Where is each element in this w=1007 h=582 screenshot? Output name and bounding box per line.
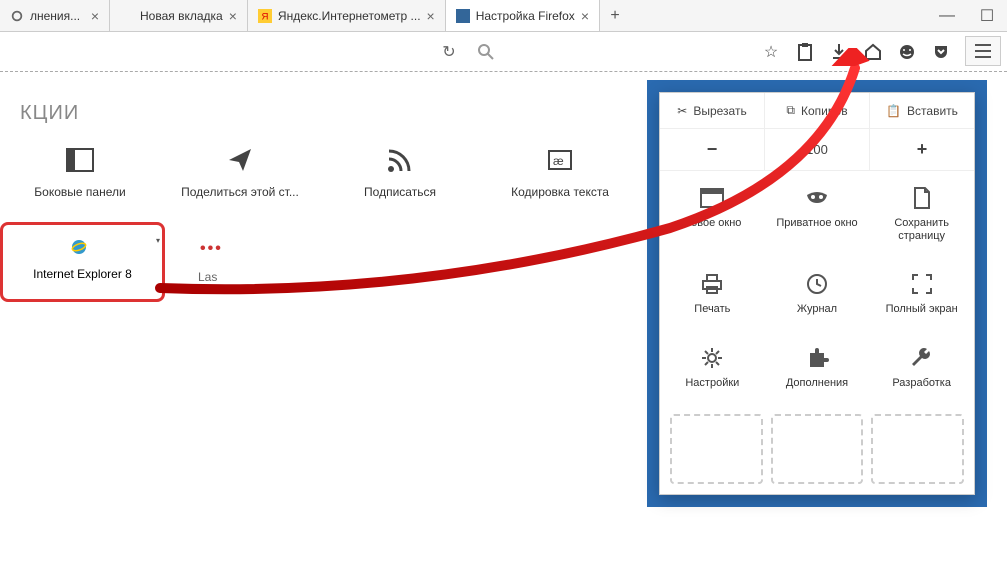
cut-button[interactable]: ✂Вырезать (660, 93, 764, 128)
svg-text:Я: Я (261, 11, 268, 22)
tab-label: Настройка Firefox (476, 9, 575, 23)
item-sidebars[interactable]: Боковые панели (20, 145, 140, 199)
copy-icon: ⧉ (786, 103, 795, 118)
zoom-in-button[interactable]: + (869, 129, 974, 170)
menu-panel: ✂Вырезать ⧉Копиров 📋Вставить − 100 + Нов… (659, 92, 975, 495)
clipboard-icon[interactable] (795, 42, 815, 62)
print-icon (699, 271, 725, 297)
toolbar: ↻ ☆ (0, 32, 1007, 72)
gear-icon (10, 9, 24, 23)
firefox-icon (456, 9, 470, 23)
menu-button[interactable] (965, 36, 1001, 66)
tab-label: Новая вкладка (140, 9, 223, 23)
print-button[interactable]: Печать (660, 257, 765, 330)
ie-icon (71, 239, 87, 255)
file-icon (909, 185, 935, 211)
svg-text:æ: æ (553, 154, 564, 168)
window-controls: — ☐ (927, 1, 1007, 31)
copy-button[interactable]: ⧉Копиров (764, 93, 869, 128)
tab-yandex[interactable]: Я Яндекс.Интернетометр ... × (248, 0, 446, 31)
addons-button[interactable]: Дополнения (765, 331, 870, 404)
item-label: Internet Explorer 8 (13, 267, 152, 281)
rss-icon (385, 145, 415, 175)
fullscreen-icon (909, 271, 935, 297)
smile-icon[interactable] (897, 42, 917, 62)
panel-grid: Новое окно Приватное окно Сохранить стра… (660, 171, 974, 404)
developer-button[interactable]: Разработка (869, 331, 974, 404)
drop-slot[interactable] (871, 414, 964, 484)
item-label: Боковые панели (20, 185, 140, 199)
reload-button[interactable]: ↻ (436, 39, 462, 65)
pocket-icon[interactable] (931, 42, 951, 62)
search-icon[interactable] (476, 42, 496, 62)
close-icon[interactable]: × (581, 8, 589, 24)
scissors-icon: ✂ (677, 104, 687, 118)
more-dots: ••• (200, 240, 223, 258)
share-icon (225, 145, 255, 175)
paste-button[interactable]: 📋Вставить (869, 93, 974, 128)
drop-slot[interactable] (771, 414, 864, 484)
tab-customize[interactable]: Настройка Firefox × (446, 0, 600, 31)
item-subscribe[interactable]: Подписаться (340, 145, 460, 199)
clipboard-icon: 📋 (886, 104, 901, 118)
blank-icon (120, 9, 134, 23)
zoom-row: − 100 + (660, 129, 974, 171)
tab-newtab[interactable]: Новая вкладка × (110, 0, 248, 31)
zoom-value: 100 (764, 129, 869, 170)
drop-zone[interactable] (660, 404, 974, 494)
new-window-button[interactable]: Новое окно (660, 171, 765, 257)
drop-slot[interactable] (670, 414, 763, 484)
download-icon[interactable] (829, 42, 849, 62)
maximize-button[interactable]: ☐ (967, 1, 1007, 31)
fullscreen-button[interactable]: Полный экран (869, 257, 974, 330)
wrench-icon (909, 345, 935, 371)
item-label: Кодировка текста (500, 185, 620, 199)
item-label: Подписаться (340, 185, 460, 199)
encoding-icon: æ (545, 145, 575, 175)
private-window-button[interactable]: Приватное окно (765, 171, 870, 257)
tab-label: Яндекс.Интернетометр ... (278, 9, 421, 23)
window-icon (699, 185, 725, 211)
item-share[interactable]: Поделиться этой ст... (180, 145, 300, 199)
new-tab-button[interactable]: + (600, 7, 630, 25)
tab-bar: лнения... × Новая вкладка × Я Яндекс.Инт… (0, 0, 1007, 32)
save-page-button[interactable]: Сохранить страницу (869, 171, 974, 257)
gear-icon (699, 345, 725, 371)
item-ie8-highlighted[interactable]: ▾ Internet Explorer 8 (0, 222, 165, 302)
close-icon[interactable]: × (427, 8, 435, 24)
zoom-out-button[interactable]: − (660, 129, 764, 170)
minimize-button[interactable]: — (927, 1, 967, 31)
item-label: Поделиться этой ст... (180, 185, 300, 199)
close-icon[interactable]: × (91, 8, 99, 24)
home-icon[interactable] (863, 42, 883, 62)
tab-addons[interactable]: лнения... × (0, 0, 110, 31)
edit-row: ✂Вырезать ⧉Копиров 📋Вставить (660, 93, 974, 129)
mask-icon (804, 185, 830, 211)
truncated-label: Las (198, 270, 217, 284)
star-icon[interactable]: ☆ (761, 42, 781, 62)
sidebar-icon (65, 145, 95, 175)
history-button[interactable]: Журнал (765, 257, 870, 330)
tab-label: лнения... (30, 9, 85, 23)
history-icon (804, 271, 830, 297)
close-icon[interactable]: × (229, 8, 237, 24)
puzzle-icon (804, 345, 830, 371)
panel-wrapper: ✂Вырезать ⧉Копиров 📋Вставить − 100 + Нов… (647, 80, 987, 507)
settings-button[interactable]: Настройки (660, 331, 765, 404)
dropdown-icon: ▾ (156, 236, 160, 245)
item-encoding[interactable]: æ Кодировка текста (500, 145, 620, 199)
yandex-icon: Я (258, 9, 272, 23)
